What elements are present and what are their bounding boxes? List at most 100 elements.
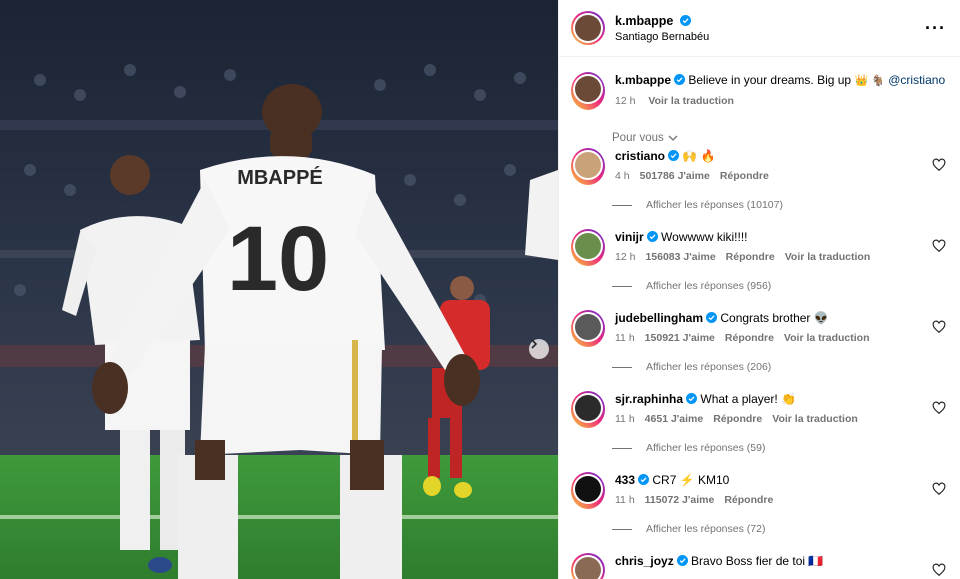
comment-username[interactable]: judebellingham bbox=[615, 311, 703, 325]
view-replies-button[interactable]: Afficher les réponses (956) bbox=[612, 280, 946, 292]
comment-time[interactable]: 12 h bbox=[615, 251, 635, 263]
comment-avatar-ring[interactable] bbox=[571, 229, 605, 266]
jersey-number: 10 bbox=[227, 208, 329, 310]
comment-time[interactable]: 11 h bbox=[615, 494, 635, 506]
avatar bbox=[575, 76, 601, 102]
avatar bbox=[575, 395, 601, 421]
reply-button[interactable]: Répondre bbox=[724, 494, 773, 506]
reply-button[interactable]: Répondre bbox=[713, 413, 762, 425]
location[interactable]: Santiago Bernabéu bbox=[615, 31, 709, 43]
comment-likes[interactable]: 4651 J'aime bbox=[645, 413, 704, 425]
heart-icon[interactable] bbox=[932, 563, 946, 577]
comment-item: judebellingham Congrats brother 👽 11 h 150… bbox=[571, 310, 946, 373]
view-replies-button[interactable]: Afficher les réponses (59) bbox=[612, 442, 946, 454]
comment-item: 433 CR7 ⚡ KM10 11 h 115072 J'aime Répondre A… bbox=[571, 472, 946, 535]
comment-text: Wowwww kiki!!!! bbox=[661, 230, 748, 244]
replies-line bbox=[612, 285, 632, 287]
caption-username[interactable]: k.mbappe bbox=[615, 73, 671, 87]
comment-username[interactable]: cristiano bbox=[615, 149, 665, 163]
comment-time[interactable]: 4 h bbox=[615, 170, 630, 182]
avatar bbox=[575, 314, 601, 340]
post-header: k.mbappe Santiago Bernabéu ··· bbox=[559, 0, 960, 57]
comment-avatar-ring[interactable] bbox=[571, 472, 605, 509]
comment-item: sjr.raphinha What a player! 👏 11 h 4651 J'… bbox=[571, 391, 946, 454]
verified-icon bbox=[676, 555, 688, 566]
avatar bbox=[575, 476, 601, 502]
comment-item: chris_joyz Bravo Boss fier de toi 🇫🇷 bbox=[571, 553, 946, 579]
translate-button[interactable]: Voir la traduction bbox=[785, 251, 871, 263]
chevron-down-icon bbox=[668, 135, 678, 141]
comment-likes[interactable]: 501786 J'aime bbox=[640, 170, 710, 182]
comment-likes[interactable]: 156083 J'aime bbox=[645, 251, 715, 263]
comment-likes[interactable]: 150921 J'aime bbox=[645, 332, 715, 344]
profile-avatar-ring[interactable] bbox=[571, 11, 605, 45]
replies-line bbox=[612, 204, 632, 206]
caption-time[interactable]: 12 h bbox=[615, 95, 635, 107]
replies-line bbox=[612, 447, 632, 449]
comment-text: CR7 ⚡ KM10 bbox=[652, 473, 730, 487]
heart-icon[interactable] bbox=[932, 239, 946, 253]
comment-username[interactable]: 433 bbox=[615, 473, 635, 487]
comment-item: vinijr Wowwww kiki!!!! 12 h 156083 J'aime R… bbox=[571, 229, 946, 292]
avatar bbox=[575, 152, 601, 178]
post-photo[interactable]: MBAPPÉ 10 bbox=[0, 0, 558, 579]
reply-button[interactable]: Répondre bbox=[720, 170, 769, 182]
verified-icon bbox=[668, 150, 680, 161]
header-username[interactable]: k.mbappe bbox=[615, 14, 673, 28]
comment-time[interactable]: 11 h bbox=[615, 332, 635, 344]
verified-icon bbox=[706, 312, 718, 323]
reply-button[interactable]: Répondre bbox=[725, 332, 774, 344]
comments-panel: k.mbappe Santiago Bernabéu ··· k.mbappe … bbox=[558, 0, 960, 579]
comment-avatar-ring[interactable] bbox=[571, 148, 605, 185]
photo-scene: MBAPPÉ 10 bbox=[0, 0, 558, 579]
verified-icon bbox=[679, 14, 691, 26]
translate-button[interactable]: Voir la traduction bbox=[772, 413, 858, 425]
comment-username[interactable]: sjr.raphinha bbox=[615, 392, 683, 406]
replies-label: Afficher les réponses (10107) bbox=[646, 199, 783, 211]
caption: k.mbappe Believe in your dreams. Big up … bbox=[559, 57, 960, 110]
chevron-right-icon bbox=[531, 339, 538, 349]
more-options-icon[interactable]: ··· bbox=[925, 18, 946, 39]
heart-icon[interactable] bbox=[932, 320, 946, 334]
caption-text: Believe in your dreams. Big up bbox=[688, 73, 852, 87]
avatar bbox=[575, 233, 601, 259]
view-replies-button[interactable]: Afficher les réponses (10107) bbox=[612, 199, 946, 211]
comment-likes[interactable]: 115072 J'aime bbox=[645, 494, 715, 506]
comment-text: Bravo Boss fier de toi 🇫🇷 bbox=[691, 554, 824, 568]
next-photo-button[interactable] bbox=[529, 339, 549, 359]
comment-avatar-ring[interactable] bbox=[571, 553, 605, 579]
avatar bbox=[575, 557, 601, 579]
translate-button[interactable]: Voir la traduction bbox=[784, 332, 870, 344]
comment-avatar-ring[interactable] bbox=[571, 310, 605, 347]
view-replies-button[interactable]: Afficher les réponses (206) bbox=[612, 361, 946, 373]
view-replies-button[interactable]: Afficher les réponses (72) bbox=[612, 523, 946, 535]
caption-avatar-ring[interactable] bbox=[571, 72, 605, 110]
replies-label: Afficher les réponses (59) bbox=[646, 442, 766, 454]
comment-item: cristiano 🙌 🔥 4 h 501786 J'aime Répondre Aff… bbox=[571, 148, 946, 211]
heart-icon[interactable] bbox=[932, 482, 946, 496]
comment-username[interactable]: chris_joyz bbox=[615, 554, 674, 568]
comment-text: Congrats brother 👽 bbox=[720, 311, 829, 325]
jersey-name: MBAPPÉ bbox=[237, 166, 323, 189]
replies-label: Afficher les réponses (956) bbox=[646, 280, 772, 292]
comment-time[interactable]: 11 h bbox=[615, 413, 635, 425]
comment-avatar-ring[interactable] bbox=[571, 391, 605, 428]
replies-label: Afficher les réponses (206) bbox=[646, 361, 772, 373]
caption-emojis: 👑 🐐 bbox=[854, 75, 885, 87]
replies-label: Afficher les réponses (72) bbox=[646, 523, 766, 535]
verified-icon bbox=[686, 393, 698, 404]
heart-icon[interactable] bbox=[932, 158, 946, 172]
comment-text: What a player! 👏 bbox=[700, 392, 797, 406]
reply-button[interactable]: Répondre bbox=[726, 251, 775, 263]
caption-translate[interactable]: Voir la traduction bbox=[648, 95, 734, 107]
avatar bbox=[575, 15, 601, 41]
comment-username[interactable]: vinijr bbox=[615, 230, 644, 244]
comment-text: 🙌 🔥 bbox=[682, 149, 716, 163]
sort-dropdown[interactable]: Pour vous bbox=[612, 132, 960, 144]
verified-icon bbox=[638, 474, 650, 485]
heart-icon[interactable] bbox=[932, 401, 946, 415]
header-username-row[interactable]: k.mbappe bbox=[615, 14, 709, 28]
verified-icon bbox=[646, 231, 658, 242]
verified-icon bbox=[674, 74, 686, 85]
caption-mention[interactable]: @cristiano bbox=[888, 73, 945, 87]
